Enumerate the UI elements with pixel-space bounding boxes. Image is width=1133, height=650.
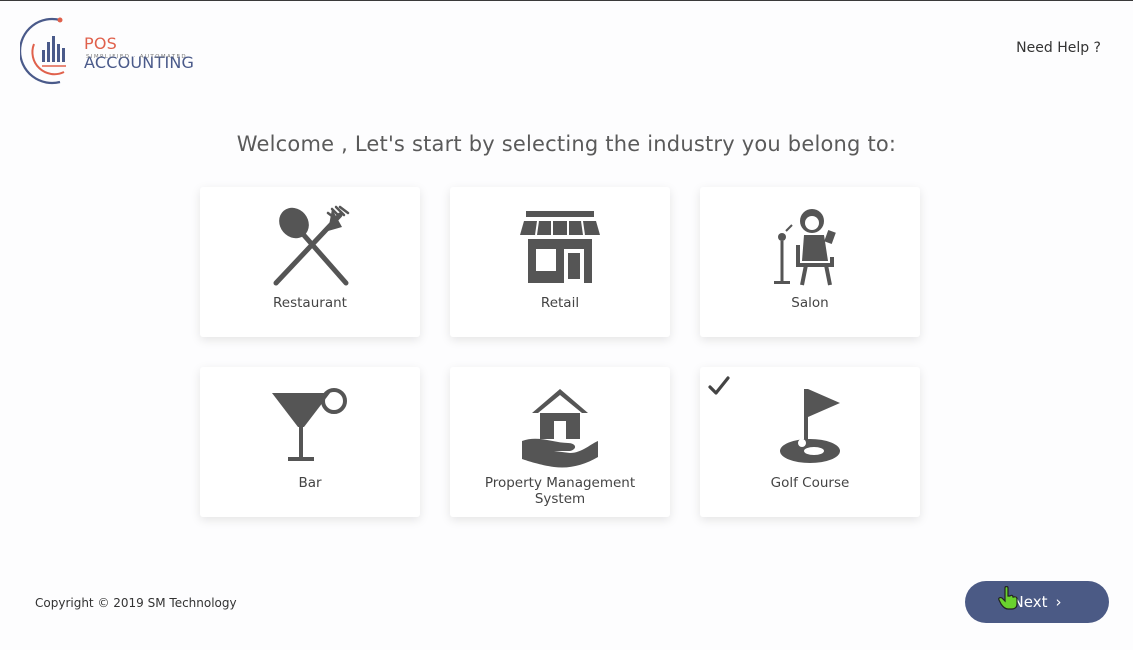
salon-chair-icon (774, 209, 836, 286)
logo-mark-icon (19, 17, 66, 85)
brand-tagline: SIMPLIFIED · AUTOMATED (86, 54, 188, 60)
industry-label: Retail (540, 295, 580, 311)
house-in-hand-icon (522, 389, 598, 468)
industry-card-bar[interactable]: Bar (200, 367, 420, 517)
industry-card-golf-course[interactable]: Golf Course (700, 367, 920, 517)
industry-card-salon[interactable]: Salon (700, 187, 920, 337)
brand-name: POS ACCOUNTING (84, 34, 220, 72)
copyright-text: Copyright © 2019 SM Technology (35, 596, 237, 610)
industry-label: Property Management System (484, 475, 636, 507)
page-heading: Welcome , Let's start by selecting the i… (236, 132, 897, 156)
need-help-link[interactable]: Need Help ? (1016, 40, 1101, 56)
golf-flag-icon (780, 389, 840, 463)
industry-card-restaurant[interactable]: Restaurant (200, 187, 420, 337)
fork-spoon-icon (273, 205, 350, 286)
industry-label: Golf Course (770, 475, 850, 491)
checkmark-icon (708, 376, 730, 395)
industry-grid: Restaurant Retail Salon Bar Property Man… (200, 187, 920, 517)
industry-label: Restaurant (273, 295, 347, 311)
industry-label: Bar (298, 475, 322, 491)
industry-card-property-management[interactable]: Property Management System (450, 367, 670, 517)
cocktail-icon (272, 388, 347, 461)
chevron-right-icon: › (1055, 593, 1062, 611)
brand-logo: POS ACCOUNTING SIMPLIFIED · AUTOMATED (19, 14, 220, 88)
top-border (0, 0, 1133, 1)
storefront-icon (520, 211, 600, 283)
brand-name-pos: POS (84, 34, 117, 53)
industry-label: Salon (791, 295, 829, 311)
hand-cursor-icon (998, 586, 1018, 610)
industry-card-retail[interactable]: Retail (450, 187, 670, 337)
next-button[interactable]: Next › (965, 581, 1109, 623)
